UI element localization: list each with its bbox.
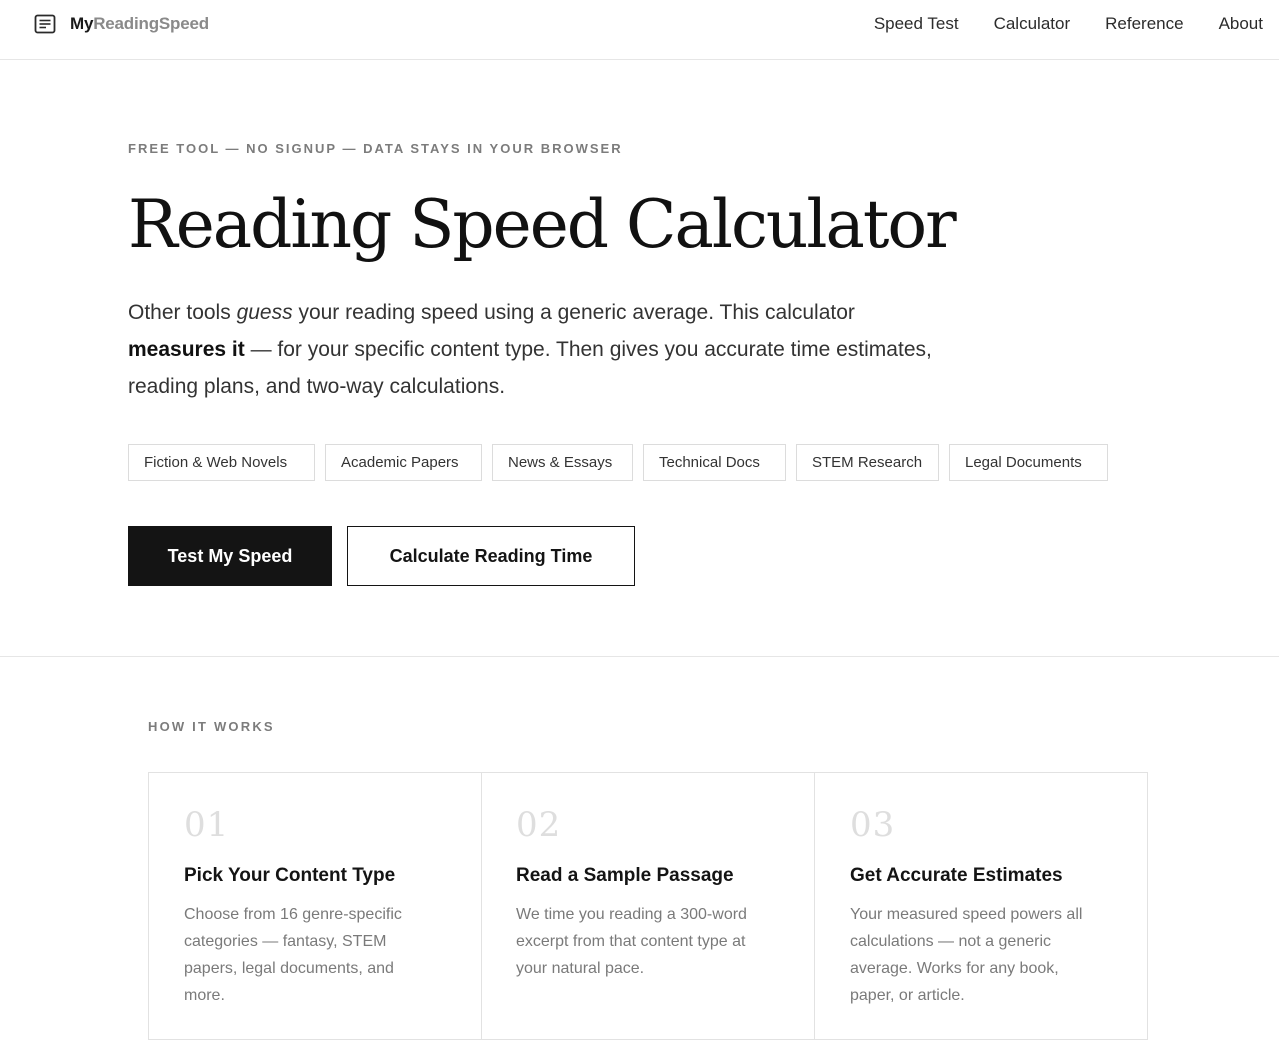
document-icon (34, 14, 56, 34)
how-it-works-steps: 01 Pick Your Content Type Choose from 16… (148, 772, 1148, 1040)
tag-academic-papers: Academic Papers (325, 444, 482, 481)
brand-name-part-my: My (70, 14, 94, 33)
tag-news-essays: News & Essays (492, 444, 633, 481)
content-type-tags: Fiction & Web Novels Academic Papers New… (128, 444, 1108, 481)
tag-fiction-web-novels: Fiction & Web Novels (128, 444, 315, 481)
tag-legal-documents: Legal Documents (949, 444, 1108, 481)
test-my-speed-button[interactable]: Test My Speed (128, 526, 332, 586)
step-number: 01 (184, 805, 230, 845)
lede-emphasis: guess (236, 301, 293, 324)
step-title: Read a Sample Passage (516, 865, 734, 886)
step-number: 03 (850, 805, 896, 845)
tag-technical-docs: Technical Docs (643, 444, 786, 481)
step-card-2: 02 Read a Sample Passage We time you rea… (481, 773, 814, 1039)
step-card-1: 01 Pick Your Content Type Choose from 16… (149, 773, 481, 1039)
brand-name: MyReadingSpeed (70, 12, 209, 36)
page-title: Reading Speed Calculator (128, 186, 957, 263)
step-card-3: 03 Get Accurate Estimates Your measured … (814, 773, 1147, 1039)
section-divider (0, 656, 1279, 657)
lede-strong: measures it (128, 338, 245, 361)
lede-text-2: your reading speed using a generic avera… (292, 301, 855, 324)
nav-link-reference[interactable]: Reference (1105, 12, 1183, 36)
nav-link-about[interactable]: About (1219, 12, 1263, 36)
lede-text-3: — for your specific content type. Then g… (128, 338, 932, 398)
top-navigation-bar: MyReadingSpeed Speed Test Calculator Ref… (0, 0, 1279, 60)
brand-logo-link[interactable]: MyReadingSpeed (34, 12, 209, 36)
step-title: Get Accurate Estimates (850, 865, 1063, 886)
step-number: 02 (516, 805, 562, 845)
how-it-works-heading: HOW IT WORKS (148, 719, 275, 734)
nav-link-speed-test[interactable]: Speed Test (874, 12, 959, 36)
step-description: We time you reading a 300-word excerpt f… (516, 906, 747, 977)
step-description: Your measured speed powers all calculati… (850, 906, 1083, 1004)
calculate-reading-time-button[interactable]: Calculate Reading Time (347, 526, 635, 586)
tag-stem-research: STEM Research (796, 444, 939, 481)
lede-text-1: Other tools (128, 301, 237, 324)
hero-description: Other tools guess your reading speed usi… (128, 294, 948, 405)
hero-eyebrow: FREE TOOL — NO SIGNUP — DATA STAYS IN YO… (128, 141, 623, 156)
nav-link-calculator[interactable]: Calculator (994, 12, 1071, 36)
brand-name-part-readingspeed: ReadingSpeed (93, 14, 209, 33)
main-nav: Speed Test Calculator Reference About (874, 12, 1263, 36)
step-description: Choose from 16 genre-specific categories… (184, 906, 402, 1004)
step-title: Pick Your Content Type (184, 865, 396, 886)
